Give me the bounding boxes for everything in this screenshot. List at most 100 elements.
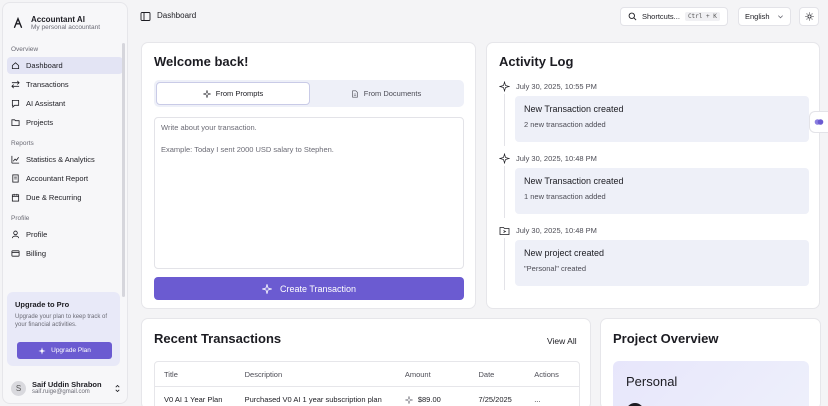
project-title: Project Overview — [613, 331, 719, 346]
column-header[interactable]: Description — [245, 370, 405, 379]
sidebar-item-label: Profile — [26, 230, 48, 239]
activity-box: New Transaction created 1 new transactio… — [515, 168, 809, 214]
activity-entry: July 30, 2025, 10:55 PM New Transaction … — [499, 80, 809, 146]
upgrade-plan-label: Upgrade Plan — [51, 347, 91, 354]
activity-time: July 30, 2025, 10:48 PM — [516, 153, 597, 163]
activity-box-title: New Transaction created — [524, 176, 624, 186]
activity-time: July 30, 2025, 10:48 PM — [516, 225, 597, 235]
sidebar-item-ai-assistant[interactable]: AI Assistant — [7, 95, 123, 112]
table-row[interactable]: V0 AI 1 Year Plan Purchased V0 AI 1 year… — [155, 387, 579, 406]
transactions-table: Title Description Amount Date Actions V0… — [154, 361, 580, 406]
chevron-up-down-icon — [113, 384, 121, 393]
sidebar-item-label: Statistics & Analytics — [26, 155, 95, 164]
language-value: English — [745, 12, 770, 21]
upgrade-title: Upgrade to Pro — [15, 300, 70, 309]
user-icon — [11, 230, 20, 239]
column-header[interactable]: Title — [155, 370, 245, 379]
header: Dashboard Shortcuts... Ctrl + K English — [130, 0, 828, 34]
activity-time: July 30, 2025, 10:55 PM — [516, 81, 597, 91]
sparkles-icon — [261, 283, 272, 294]
user-menu[interactable]: S Saif Uddin Shrabon saif.ruige@gmail.co… — [7, 375, 125, 401]
cell-amount-wrap: $89.00 — [404, 395, 479, 404]
recent-transactions-card: Recent Transactions View All Title Descr… — [141, 318, 591, 406]
sidebar-toggle-icon[interactable] — [140, 11, 151, 22]
section-label-reports: Reports — [11, 140, 34, 147]
activity-box-desc: 1 new transaction added — [524, 192, 606, 201]
sidebar-item-transactions[interactable]: Transactions — [7, 76, 123, 93]
sidebar-item-label: Accountant Report — [26, 174, 89, 183]
folder-icon — [499, 225, 510, 236]
folder-icon — [11, 118, 20, 127]
cell-date: 7/25/2025 — [478, 395, 512, 404]
upgrade-plan-button[interactable]: Upgrade Plan — [17, 342, 112, 359]
brand[interactable]: Accountant AI My personal accountant — [3, 3, 127, 43]
sidebar-item-billing[interactable]: Billing — [7, 245, 123, 262]
sidebar-scrollbar[interactable] — [122, 43, 125, 297]
chart-icon — [11, 155, 20, 164]
column-header: Actions — [534, 369, 559, 379]
create-transaction-button[interactable]: Create Transaction — [154, 277, 464, 300]
section-label-profile: Profile — [11, 215, 30, 222]
sidebar: Accountant AI My personal accountant Ove… — [2, 2, 128, 404]
sidebar-item-label: Transactions — [26, 80, 69, 89]
timeline-line — [504, 94, 505, 146]
activity-entry: July 30, 2025, 10:48 PM New Transaction … — [499, 152, 809, 218]
brand-subtitle: My personal accountant — [31, 23, 101, 31]
activity-box: New project created "Personal" created — [515, 240, 809, 286]
sparkles-icon — [404, 395, 413, 404]
tab-from-prompts[interactable]: From Prompts — [156, 82, 310, 105]
sparkles-icon — [499, 152, 510, 164]
breadcrumb: Dashboard — [157, 11, 197, 20]
cell-amount: $89.00 — [417, 395, 441, 404]
sidebar-item-accountant-report[interactable]: Accountant Report — [7, 170, 123, 187]
theme-toggle-button[interactable] — [799, 7, 819, 26]
welcome-card: Welcome back! From Prompts From Document… — [141, 42, 476, 309]
tab-from-documents[interactable]: From Documents — [310, 82, 462, 105]
table-header: Title Description Amount Date Actions — [155, 362, 579, 387]
sparkles-icon — [202, 89, 211, 98]
search-icon — [628, 12, 637, 21]
view-all-link[interactable]: View All — [547, 336, 577, 346]
chevron-down-icon — [777, 13, 784, 20]
shortcuts-button[interactable]: Shortcuts... Ctrl + K — [620, 7, 728, 26]
sidebar-item-due-recurring[interactable]: Due & Recurring — [7, 189, 123, 206]
transaction-textarea[interactable]: Write about your transaction. Example: T… — [154, 117, 464, 269]
placeholder-line-1: Write about your transaction. — [161, 123, 257, 132]
section-label-overview: Overview — [11, 46, 39, 53]
welcome-title: Welcome back! — [154, 54, 249, 69]
language-select[interactable]: English — [738, 7, 791, 26]
column-header[interactable]: Date — [478, 370, 534, 379]
sidebar-item-projects[interactable]: Projects — [7, 114, 123, 131]
create-transaction-label: Create Transaction — [279, 283, 357, 294]
tab-label: From Prompts — [215, 89, 264, 98]
activity-box-title: New Transaction created — [524, 104, 624, 114]
project-card-personal[interactable]: Personal — [613, 361, 809, 406]
home-icon — [11, 61, 20, 70]
sun-icon — [804, 12, 814, 21]
assistant-launcher[interactable] — [809, 111, 828, 133]
brain-icon — [814, 117, 824, 127]
tab-label: From Documents — [363, 89, 422, 98]
upgrade-card: Upgrade to Pro Upgrade your plan to keep… — [7, 292, 120, 366]
input-mode-tabs: From Prompts From Documents — [154, 80, 464, 107]
arrows-icon — [11, 80, 20, 89]
column-header[interactable]: Amount — [405, 370, 479, 379]
activity-log-card: Activity Log July 30, 2025, 10:55 PM New… — [486, 42, 820, 309]
project-name: Personal — [626, 374, 678, 389]
sidebar-item-dashboard[interactable]: Dashboard — [7, 57, 123, 74]
timeline-line — [504, 166, 505, 218]
sidebar-item-label: Due & Recurring — [26, 193, 82, 202]
sparkles-icon — [38, 346, 46, 355]
recent-title: Recent Transactions — [154, 331, 282, 346]
shortcut-kbd: Ctrl + K — [684, 12, 720, 21]
report-icon — [11, 174, 20, 183]
cell-title: V0 AI 1 Year Plan — [164, 395, 223, 404]
row-actions-button[interactable]: ... — [534, 395, 579, 404]
timeline-line — [504, 238, 505, 290]
sidebar-item-statistics[interactable]: Statistics & Analytics — [7, 151, 123, 168]
sidebar-item-profile[interactable]: Profile — [7, 226, 123, 243]
sidebar-item-label: Dashboard — [26, 61, 63, 70]
user-email: saif.ruige@gmail.com — [32, 388, 90, 395]
activity-box-title: New project created — [524, 248, 605, 258]
project-overview-card: Project Overview Personal — [600, 318, 821, 406]
